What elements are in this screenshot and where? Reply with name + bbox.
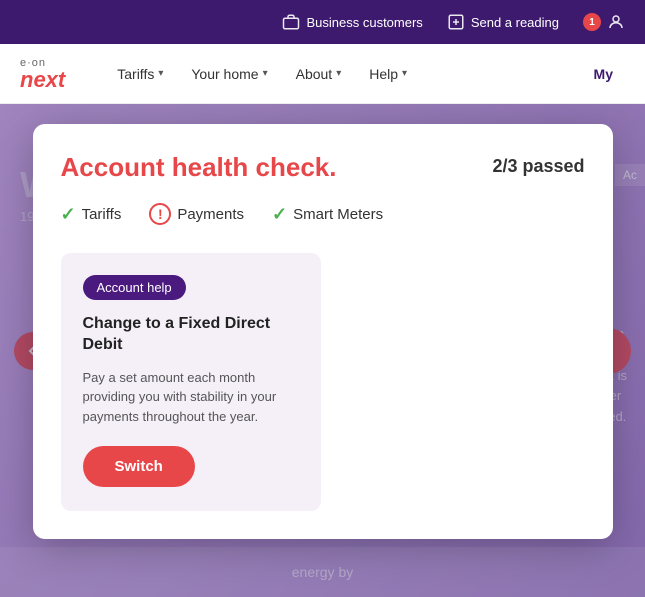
check-payments: ! Payments: [149, 203, 244, 225]
check-smart-meters: ✓ Smart Meters: [272, 204, 383, 225]
business-customers-label: Business customers: [306, 15, 422, 30]
help-chevron-icon: ▾: [402, 68, 407, 79]
card-badge: Account help: [83, 275, 186, 300]
tariffs-check-label: Tariffs: [82, 206, 122, 223]
card-description: Pay a set amount each month providing yo…: [83, 368, 299, 427]
account-help-card: Account help Change to a Fixed Direct De…: [61, 253, 321, 511]
smart-meters-check-icon: ✓: [272, 204, 287, 225]
business-customers-link[interactable]: Business customers: [282, 13, 422, 31]
main-nav: Tariffs ▾ Your home ▾ About ▾ Help ▾ My: [105, 58, 625, 90]
modal-score: 2/3 passed: [492, 152, 584, 177]
payments-check-label: Payments: [177, 206, 244, 223]
your-home-chevron-icon: ▾: [263, 68, 268, 79]
check-tariffs: ✓ Tariffs: [61, 204, 122, 225]
nav-item-your-home[interactable]: Your home ▾: [179, 58, 279, 90]
briefcase-icon: [282, 13, 300, 31]
health-check-modal: Account health check. 2/3 passed ✓ Tarif…: [33, 124, 613, 539]
notification-area[interactable]: 1: [583, 13, 625, 31]
send-reading-link[interactable]: Send a reading: [447, 13, 559, 31]
page-background: Wo 192 G Ac t paym payme ment is s after…: [0, 104, 645, 597]
payments-warning-icon: !: [149, 203, 171, 225]
notification-badge: 1: [583, 13, 601, 31]
tariffs-chevron-icon: ▾: [158, 68, 163, 79]
header: e·on next Tariffs ▾ Your home ▾ About ▾ …: [0, 44, 645, 104]
smart-meters-check-label: Smart Meters: [293, 206, 383, 223]
nav-item-about[interactable]: About ▾: [284, 58, 354, 90]
logo[interactable]: e·on next: [20, 57, 65, 91]
tariffs-check-icon: ✓: [61, 204, 76, 225]
modal-header: Account health check. 2/3 passed: [61, 152, 585, 183]
nav-item-help[interactable]: Help ▾: [357, 58, 419, 90]
modal-title: Account health check.: [61, 152, 337, 183]
modal-overlay: Account health check. 2/3 passed ✓ Tarif…: [0, 104, 645, 597]
card-title: Change to a Fixed Direct Debit: [83, 314, 299, 356]
top-bar: Business customers Send a reading 1: [0, 0, 645, 44]
nav-item-tariffs[interactable]: Tariffs ▾: [105, 58, 175, 90]
meter-icon: [447, 13, 465, 31]
account-icon: [607, 13, 625, 31]
nav-item-my[interactable]: My: [582, 58, 625, 90]
send-reading-label: Send a reading: [471, 15, 559, 30]
about-chevron-icon: ▾: [336, 68, 341, 79]
switch-button[interactable]: Switch: [83, 446, 195, 487]
check-items: ✓ Tariffs ! Payments ✓ Smart Meters: [61, 203, 585, 225]
logo-next: next: [20, 69, 65, 91]
